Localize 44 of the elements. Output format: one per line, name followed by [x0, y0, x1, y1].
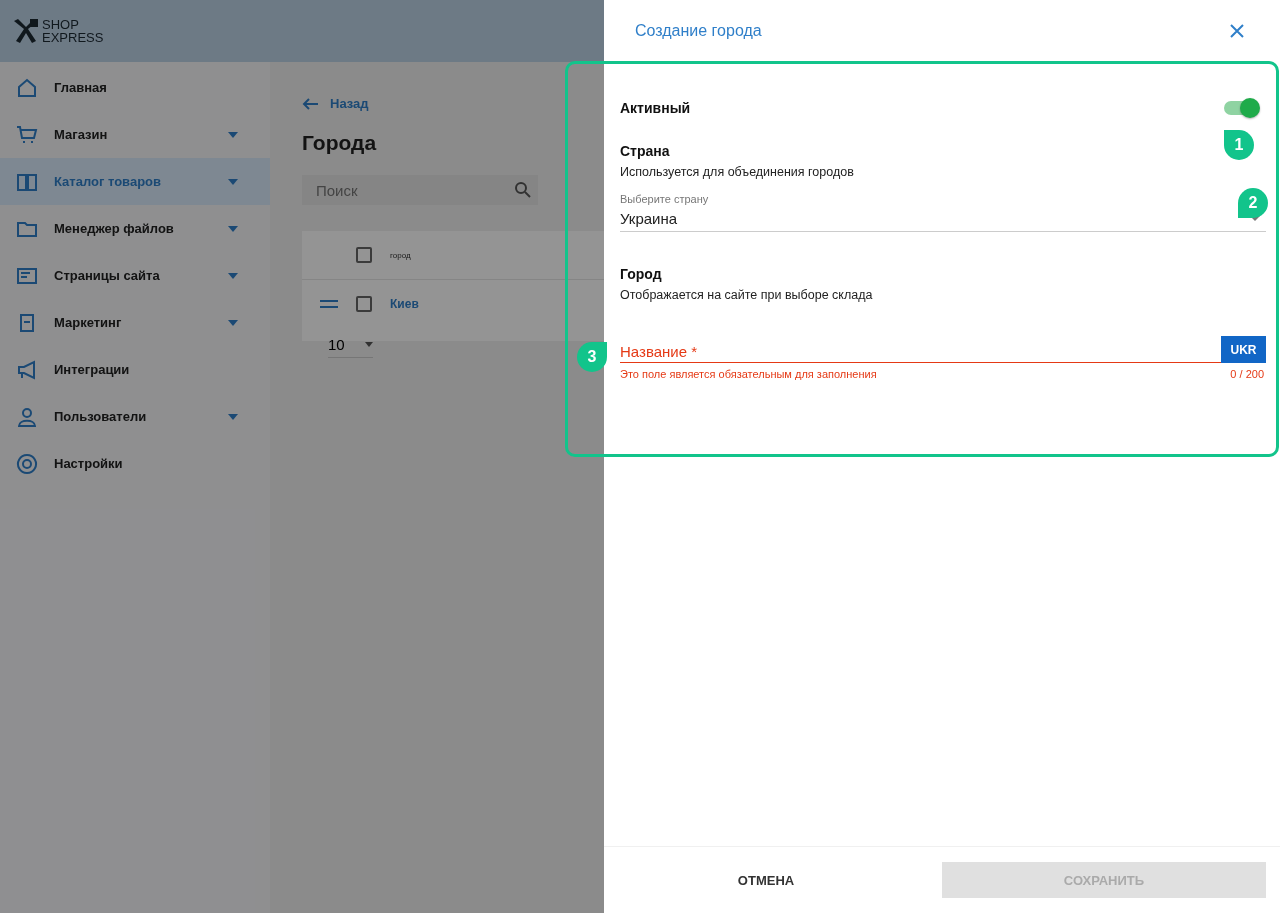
drag-handle-icon[interactable] — [320, 299, 338, 309]
sidebar-item[interactable]: Главная — [0, 64, 270, 111]
cart-icon — [16, 123, 38, 146]
column-header: город — [390, 250, 411, 260]
sidebar-item[interactable]: Пользователи — [0, 393, 270, 440]
sidebar-item[interactable]: Магазин — [0, 111, 270, 158]
sidebar-item[interactable]: Страницы сайта — [0, 252, 270, 299]
user-icon — [16, 405, 38, 428]
logo-text: SHOP — [42, 18, 80, 31]
home-icon — [16, 76, 38, 99]
sidebar-item[interactable]: Менеджер файлов — [0, 205, 270, 252]
cancel-button[interactable]: ОТМЕНА — [604, 862, 928, 898]
checkbox[interactable] — [356, 296, 372, 312]
megaphone-icon — [16, 358, 38, 381]
search-icon — [514, 181, 532, 199]
caret-icon — [228, 178, 238, 185]
sidebar-item[interactable]: Настройки — [0, 440, 270, 487]
search-field[interactable]: Поиск — [302, 175, 538, 205]
logo-icon — [12, 17, 40, 45]
page-title: Города — [302, 131, 378, 155]
settings-icon — [16, 452, 38, 475]
language-button[interactable]: UKR — [1221, 336, 1266, 363]
table-cell[interactable]: Киев — [390, 297, 419, 311]
caret-icon — [228, 225, 238, 232]
caret-icon — [228, 272, 238, 279]
sidebar-item[interactable]: Маркетинг — [0, 299, 270, 346]
toggle-switch[interactable] — [1224, 101, 1258, 115]
sidebar-item[interactable]: Интеграции — [0, 346, 270, 393]
section-heading: Город — [620, 266, 662, 282]
close-icon[interactable] — [1230, 24, 1244, 38]
caret-icon — [228, 131, 238, 138]
drawer-title: Создание города — [635, 22, 762, 40]
arrow-left-icon — [302, 97, 318, 110]
character-counter: 0 / 200 — [1230, 368, 1264, 380]
caret-icon — [228, 413, 238, 420]
section-heading: Страна — [620, 143, 670, 159]
caret-icon — [228, 319, 238, 326]
page-size-select[interactable]: 10 — [328, 336, 373, 358]
checkbox[interactable] — [356, 247, 372, 263]
section-hint: Используется для объединения городов — [620, 165, 854, 179]
logo-text: EXPRESS — [42, 31, 104, 44]
field-label: Активный — [620, 100, 691, 116]
section-hint: Отображается на сайте при выборе склада — [620, 288, 873, 302]
error-message: Это поле является обязательным для заполнения — [620, 368, 877, 380]
